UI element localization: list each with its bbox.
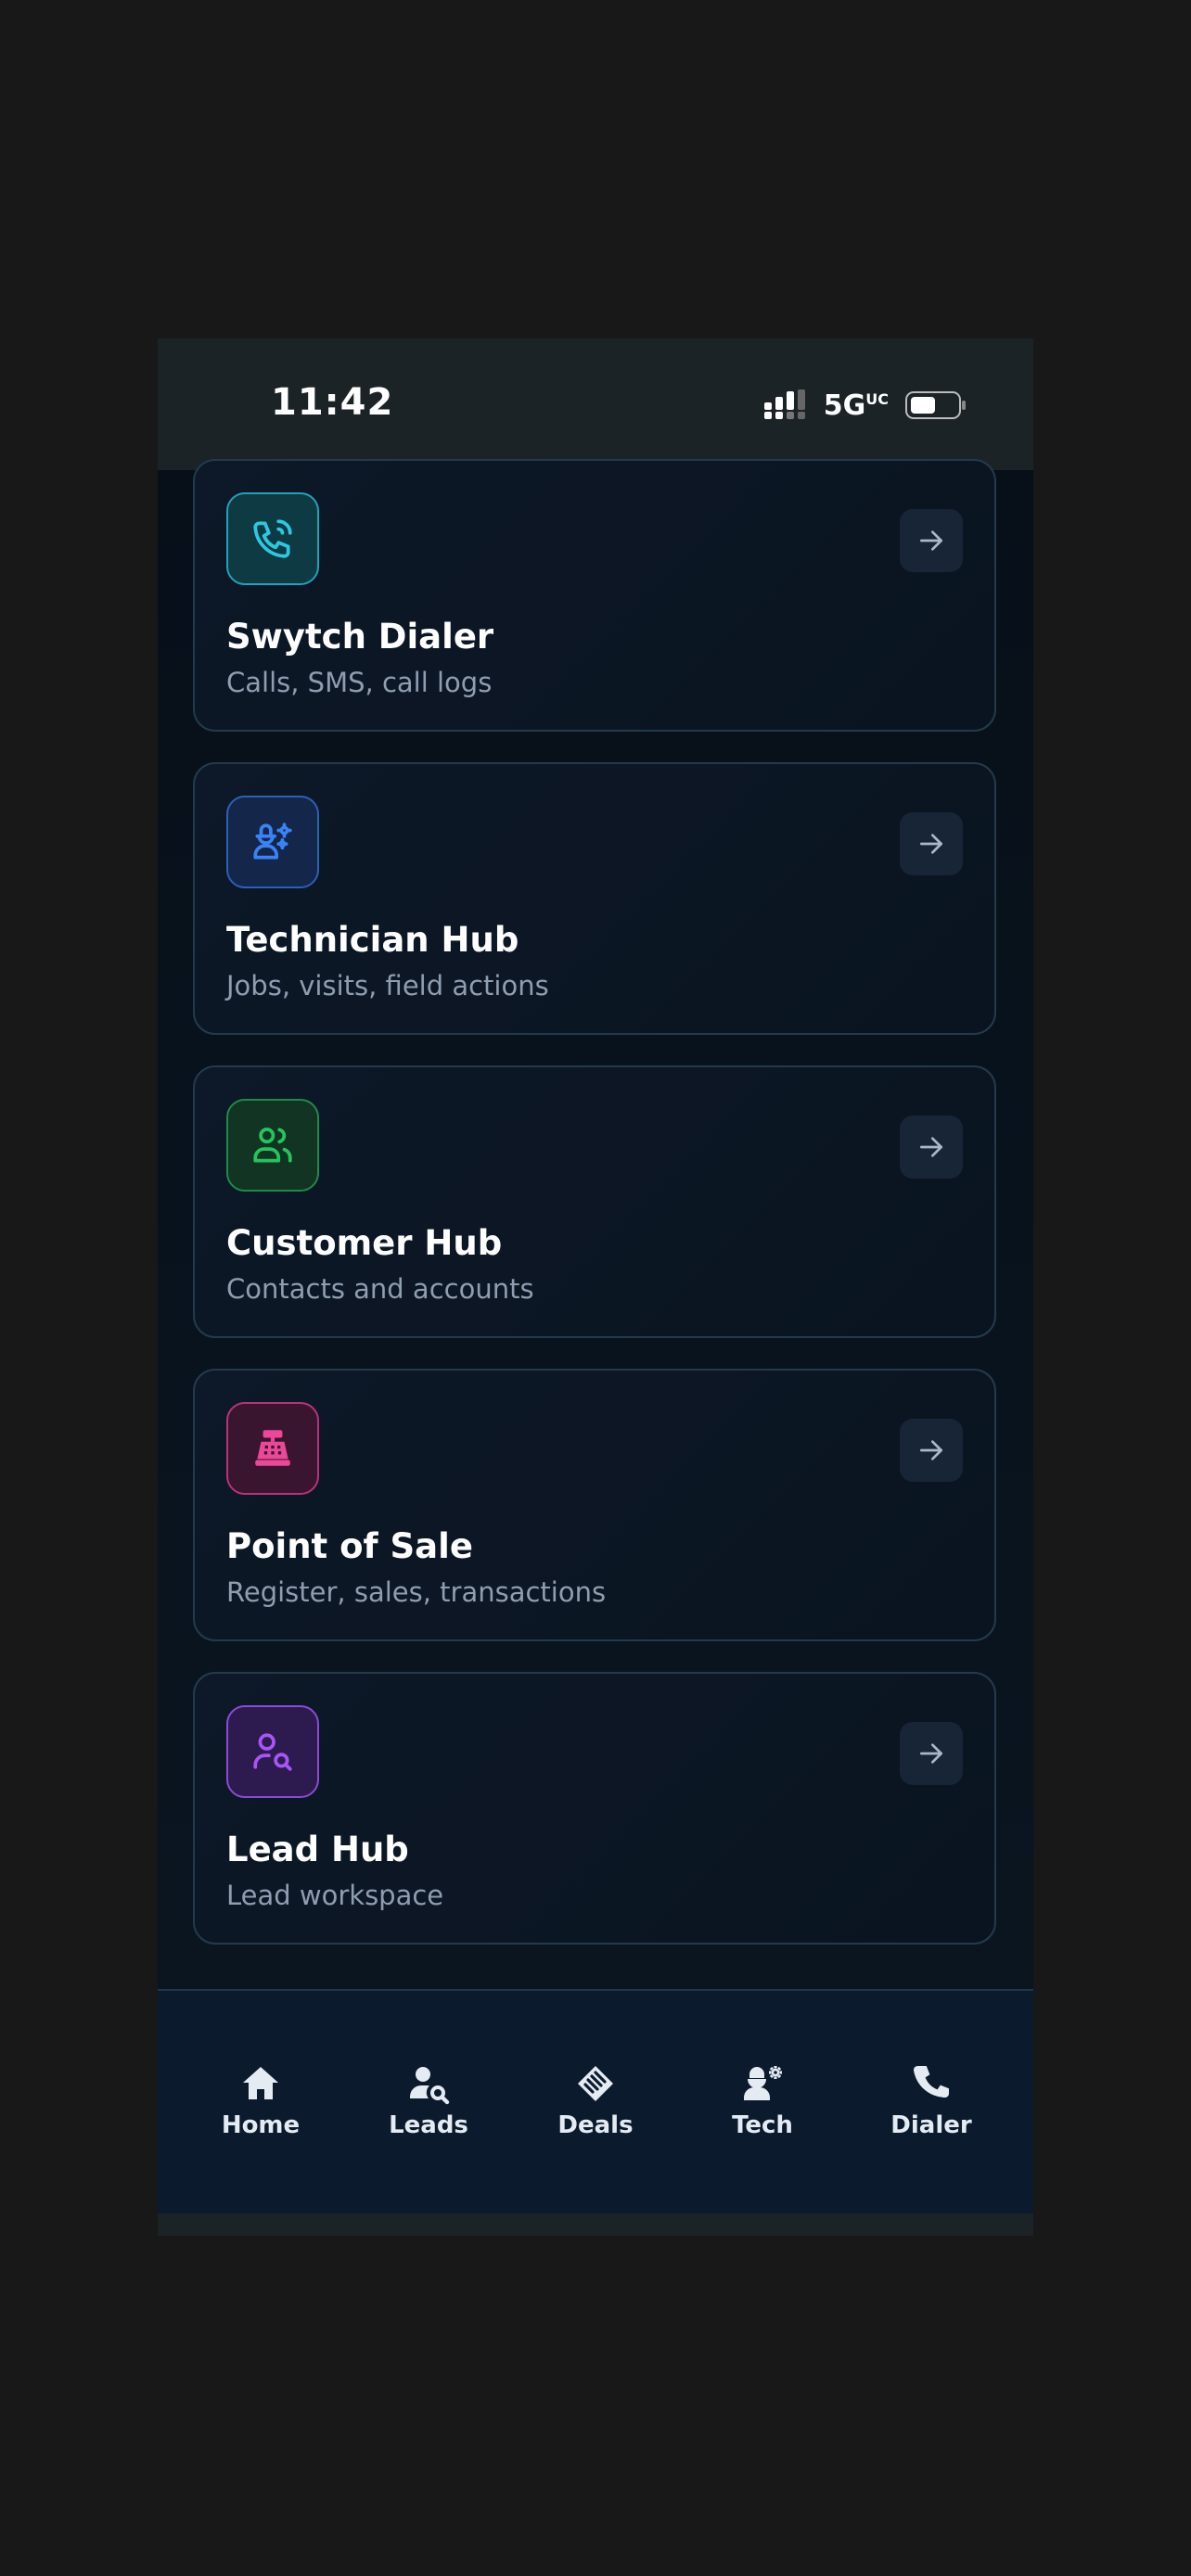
tab-label: Leads xyxy=(389,2111,468,2139)
card-swytch-dialer[interactable]: Swytch Dialer Calls, SMS, call logs xyxy=(193,459,996,732)
user-search-icon xyxy=(226,1705,319,1798)
tab-deals[interactable]: Deals xyxy=(512,2061,679,2139)
card-point-of-sale[interactable]: Point of Sale Register, sales, transacti… xyxy=(193,1369,996,1641)
open-arrow-button[interactable] xyxy=(900,1116,963,1179)
signal-icon xyxy=(763,389,805,419)
tab-tech[interactable]: Tech xyxy=(679,2061,846,2139)
tab-label: Home xyxy=(221,2111,301,2139)
open-arrow-button[interactable] xyxy=(900,1419,963,1482)
card-technician-hub[interactable]: Technician Hub Jobs, visits, field actio… xyxy=(193,762,996,1035)
tab-leads[interactable]: Leads xyxy=(345,2061,512,2139)
phone-call-icon xyxy=(226,492,319,585)
card-title: Swytch Dialer xyxy=(226,617,494,657)
battery-icon xyxy=(905,391,966,419)
card-subtitle: Register, sales, transactions xyxy=(226,1576,607,1608)
arrow-right-icon xyxy=(920,1137,942,1157)
open-arrow-button[interactable] xyxy=(900,812,963,875)
phone-icon xyxy=(913,2066,950,2098)
handshake-icon xyxy=(578,2066,613,2101)
bottom-tab-bar: Home Leads Deals Tech Dialer xyxy=(158,1989,1033,2215)
card-subtitle: Lead workspace xyxy=(226,1880,444,1911)
technician-icon xyxy=(226,796,319,888)
arrow-right-icon xyxy=(920,530,942,551)
status-indicators: 5GUC xyxy=(763,387,967,424)
phone-screen: 11:42 5GUC Swytch Dialer Calls, SMS, cal… xyxy=(158,338,1033,2236)
tab-label: Deals xyxy=(557,2111,634,2139)
home-icon xyxy=(243,2067,278,2099)
card-title: Technician Hub xyxy=(226,920,519,960)
tab-label: Dialer xyxy=(890,2111,972,2139)
technician-icon xyxy=(744,2066,782,2100)
cash-register-icon xyxy=(226,1402,319,1495)
card-lead-hub[interactable]: Lead Hub Lead workspace xyxy=(193,1672,996,1945)
tab-home[interactable]: Home xyxy=(177,2061,344,2139)
status-bar: 11:42 5GUC xyxy=(158,338,1033,470)
arrow-right-icon xyxy=(920,1743,942,1764)
hub-list[interactable]: Swytch Dialer Calls, SMS, call logs Tech… xyxy=(158,459,1033,1956)
open-arrow-button[interactable] xyxy=(900,509,963,572)
card-customer-hub[interactable]: Customer Hub Contacts and accounts xyxy=(193,1065,996,1338)
user-search-icon xyxy=(410,2067,450,2105)
card-title: Lead Hub xyxy=(226,1830,409,1869)
arrow-right-icon xyxy=(920,1440,942,1460)
tab-dialer[interactable]: Dialer xyxy=(848,2061,1015,2139)
card-title: Customer Hub xyxy=(226,1223,503,1263)
card-subtitle: Jobs, visits, field actions xyxy=(226,970,549,1001)
tab-label: Tech xyxy=(732,2111,793,2139)
card-subtitle: Calls, SMS, call logs xyxy=(226,667,493,698)
open-arrow-button[interactable] xyxy=(900,1722,963,1785)
card-subtitle: Contacts and accounts xyxy=(226,1273,534,1305)
card-title: Point of Sale xyxy=(226,1526,473,1566)
home-indicator-area xyxy=(158,2213,1033,2236)
status-time: 11:42 xyxy=(271,381,394,424)
network-label: 5GUC xyxy=(823,389,889,422)
arrow-right-icon xyxy=(920,834,942,854)
users-icon xyxy=(226,1099,319,1192)
